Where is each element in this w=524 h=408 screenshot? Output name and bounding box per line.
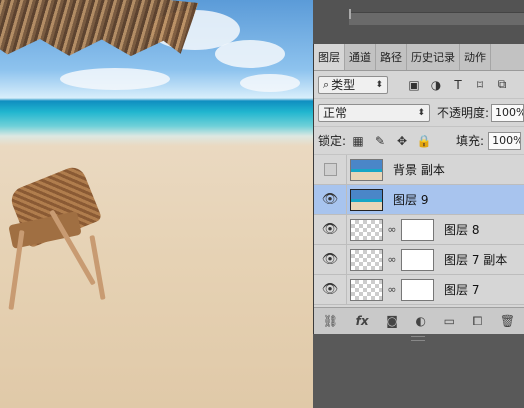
search-icon: ⌕	[323, 77, 330, 91]
filter-row: ⌕ 类型 ⬍ ▣ ◑ T ⌑ ⧉	[314, 71, 524, 99]
blend-mode-select[interactable]: 正常 ⬍	[318, 103, 430, 122]
resize-grip[interactable]	[411, 336, 425, 341]
layer-thumbnail	[350, 188, 383, 211]
layer-mask-thumbnail[interactable]	[401, 218, 434, 241]
layer-name: 图层 8	[444, 223, 480, 237]
layer-mask-thumbnail[interactable]	[401, 278, 434, 301]
blend-mode-value: 正常	[323, 106, 348, 120]
image-filter-icon[interactable]: ▣	[404, 76, 424, 94]
layers-list: 背景 副本 👁 图层 9 👁 ∞ 图层 8 👁 ∞ 图层 7 副本 👁 ∞ 图层	[314, 155, 524, 308]
opacity-label: 不透明度:	[437, 106, 490, 120]
lock-transparent-icon[interactable]: ▦	[348, 132, 368, 150]
fill-field[interactable]: 100%	[488, 131, 522, 150]
layer-name: 背景 副本	[393, 163, 445, 177]
shape-filter-icon[interactable]: ⌑	[470, 76, 490, 94]
panel-tabs: 图层 通道 路径 历史记录 动作	[314, 44, 524, 71]
layer-row[interactable]: 背景 副本	[314, 155, 524, 185]
trash-icon[interactable]: 🗑	[500, 314, 515, 328]
options-strip	[313, 0, 524, 44]
cloud	[60, 68, 170, 90]
layer-row[interactable]: 👁 ∞ 图层 7 副本	[314, 245, 524, 275]
tab-history[interactable]: 历史记录	[407, 44, 460, 70]
tab-paths[interactable]: 路径	[376, 44, 407, 70]
layer-thumbnail	[350, 158, 383, 181]
hidden-box-icon	[323, 163, 337, 176]
beach-chair-leg	[89, 235, 106, 300]
chevron-down-icon: ⬍	[375, 79, 383, 90]
layer-row[interactable]: 👁 ∞ 图层 7	[314, 275, 524, 305]
eye-icon[interactable]: 👁	[314, 185, 347, 214]
cloud	[215, 40, 285, 68]
tab-actions[interactable]: 动作	[460, 44, 491, 70]
lock-pixels-icon[interactable]: ✎	[370, 132, 390, 150]
eye-icon[interactable]: 👁	[314, 215, 347, 244]
blend-row: 正常 ⬍ 不透明度: 100%	[314, 99, 524, 127]
adjustment-filter-icon[interactable]: ◑	[426, 76, 446, 94]
layer-thumbnail	[350, 278, 383, 301]
chain-link-icon[interactable]: ∞	[386, 283, 398, 296]
eye-icon[interactable]: 👁	[314, 245, 347, 274]
layer-row[interactable]: 👁 图层 9	[314, 185, 524, 215]
folder-icon[interactable]: ▭	[444, 314, 455, 328]
opacity-field[interactable]: 100%	[491, 103, 524, 122]
mask-icon[interactable]: ◙	[386, 314, 398, 328]
smart-object-filter-icon[interactable]: ⧉	[492, 76, 512, 94]
visibility-toggle[interactable]	[314, 155, 347, 184]
slider-track[interactable]	[349, 9, 524, 25]
layer-mask-thumbnail[interactable]	[401, 248, 434, 271]
canvas-image[interactable]	[0, 0, 313, 408]
layer-name: 图层 9	[393, 193, 429, 207]
panel-dock-area	[313, 334, 524, 408]
tab-layers[interactable]: 图层	[314, 44, 345, 70]
layer-thumbnail	[350, 218, 383, 241]
fill-label: 填充:	[456, 134, 485, 148]
layer-thumbnail	[350, 248, 383, 271]
tab-channels[interactable]: 通道	[345, 44, 376, 70]
lock-position-icon[interactable]: ✥	[392, 132, 412, 150]
filter-label: 类型	[331, 78, 356, 92]
cloud	[240, 74, 300, 92]
filter-select[interactable]: ⌕ 类型 ⬍	[318, 75, 388, 94]
new-layer-icon[interactable]: ⧠	[473, 314, 483, 329]
link-icon[interactable]: ⛓	[323, 314, 338, 328]
lock-all-icon[interactable]: 🔒	[414, 132, 434, 150]
layers-panel: 图层 通道 路径 历史记录 动作 ⌕ 类型 ⬍ ▣ ◑ T ⌑ ⧉ 正常 ⬍ 不…	[313, 44, 524, 334]
lock-row: 锁定: ▦ ✎ ✥ 🔒 填充: 100%	[314, 127, 524, 155]
straw-umbrella	[0, 0, 198, 78]
type-filter-icon[interactable]: T	[448, 76, 468, 94]
layer-name: 图层 7	[444, 283, 480, 297]
chevron-down-icon: ⬍	[417, 107, 425, 118]
fx-icon[interactable]: fx	[356, 314, 369, 328]
adjustment-icon[interactable]: ◐	[416, 314, 426, 328]
layer-row[interactable]: 👁 ∞ 图层 8	[314, 215, 524, 245]
layers-footer: ⛓ fx ◙ ◐ ▭ ⧠ 🗑	[314, 307, 524, 334]
layer-name: 图层 7 副本	[444, 253, 508, 267]
eye-icon[interactable]: 👁	[314, 275, 347, 304]
chain-link-icon[interactable]: ∞	[386, 253, 398, 266]
lock-label: 锁定:	[318, 134, 347, 148]
chain-link-icon[interactable]: ∞	[386, 223, 398, 236]
